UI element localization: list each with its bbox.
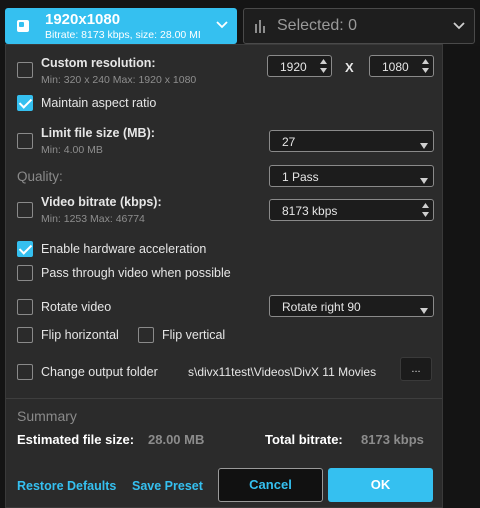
estimated-size-value: 28.00 MB — [148, 432, 205, 447]
resolution-separator: X — [345, 60, 354, 75]
chevron-down-icon — [215, 17, 229, 35]
pass-through-label: Pass through video when possible — [41, 266, 231, 280]
output-folder-label: Change output folder — [41, 365, 158, 379]
dropdown-arrow-icon — [420, 138, 428, 152]
save-preset-link[interactable]: Save Preset — [132, 479, 203, 493]
video-bitrate-value: 8173 kbps — [282, 204, 338, 218]
preset-subtitle: Bitrate: 8173 kbps, size: 28.00 MI — [45, 29, 201, 41]
spin-arrows-icon[interactable] — [319, 58, 328, 74]
video-bitrate-stepper[interactable]: 8173 kbps — [269, 199, 434, 221]
resolution-width-stepper[interactable]: 1920 — [267, 55, 332, 77]
video-bitrate-hint: Min: 1253 Max: 46774 — [41, 213, 145, 225]
estimated-size-label: Estimated file size: — [17, 432, 135, 447]
output-folder-checkbox[interactable] — [17, 364, 33, 380]
flip-horizontal-checkbox[interactable] — [17, 327, 33, 343]
cancel-button[interactable]: Cancel — [218, 468, 323, 502]
preset-dropdown[interactable]: 1920x1080 Bitrate: 8173 kbps, size: 28.0… — [5, 8, 237, 44]
maintain-aspect-checkbox[interactable] — [17, 95, 33, 111]
selected-count: Selected: 0 — [277, 17, 358, 34]
total-bitrate-label: Total bitrate: — [265, 432, 343, 447]
resolution-height-stepper[interactable]: 1080 — [369, 55, 434, 77]
limit-file-size-label: Limit file size (MB): — [41, 126, 155, 140]
quality-value: 1 Pass — [282, 170, 319, 184]
video-bitrate-checkbox[interactable] — [17, 202, 33, 218]
quality-label: Quality: — [17, 169, 63, 184]
hw-accel-checkbox[interactable] — [17, 241, 33, 257]
limit-file-size-hint: Min: 4.00 MB — [41, 144, 103, 156]
film-icon — [17, 20, 29, 32]
resolution-width-value: 1920 — [280, 60, 307, 74]
file-size-value: 27 — [282, 135, 296, 149]
custom-resolution-checkbox[interactable] — [17, 62, 33, 78]
output-folder-path: s\divx11test\Videos\DivX 11 Movies — [188, 365, 377, 379]
dropdown-arrow-icon — [420, 303, 428, 317]
rotate-video-label: Rotate video — [41, 300, 112, 314]
quality-select[interactable]: 1 Pass — [269, 165, 434, 187]
preset-title: 1920x1080 — [45, 11, 121, 28]
hw-accel-label: Enable hardware acceleration — [41, 242, 207, 256]
browse-folder-button[interactable]: ... — [400, 357, 432, 381]
summary-title: Summary — [17, 408, 77, 424]
selected-files-dropdown[interactable]: Selected: 0 — [243, 8, 475, 44]
custom-resolution-label: Custom resolution: — [41, 56, 156, 70]
dropdown-arrow-icon — [420, 173, 428, 187]
video-bitrate-label: Video bitrate (kbps): — [41, 195, 162, 209]
rotate-video-checkbox[interactable] — [17, 299, 33, 315]
resolution-height-value: 1080 — [382, 60, 409, 74]
flip-vertical-checkbox[interactable] — [138, 327, 154, 343]
ok-button[interactable]: OK — [328, 468, 433, 502]
rotate-value: Rotate right 90 — [282, 300, 361, 314]
flip-horizontal-label: Flip horizontal — [41, 328, 119, 342]
spin-arrows-icon[interactable] — [421, 202, 430, 218]
rotate-select[interactable]: Rotate right 90 — [269, 295, 434, 317]
file-size-select[interactable]: 27 — [269, 130, 434, 152]
chevron-down-icon — [452, 18, 466, 36]
settings-panel: Custom resolution: Min: 320 x 240 Max: 1… — [5, 44, 443, 508]
spin-arrows-icon[interactable] — [421, 58, 430, 74]
divider — [6, 398, 442, 399]
custom-resolution-hint: Min: 320 x 240 Max: 1920 x 1080 — [41, 74, 197, 86]
total-bitrate-value: 8173 kbps — [361, 432, 424, 447]
bars-icon — [255, 20, 269, 33]
flip-vertical-label: Flip vertical — [162, 328, 226, 342]
top-bar: 1920x1080 Bitrate: 8173 kbps, size: 28.0… — [0, 0, 480, 46]
pass-through-checkbox[interactable] — [17, 265, 33, 281]
limit-file-size-checkbox[interactable] — [17, 133, 33, 149]
maintain-aspect-label: Maintain aspect ratio — [41, 96, 157, 110]
restore-defaults-link[interactable]: Restore Defaults — [17, 479, 116, 493]
